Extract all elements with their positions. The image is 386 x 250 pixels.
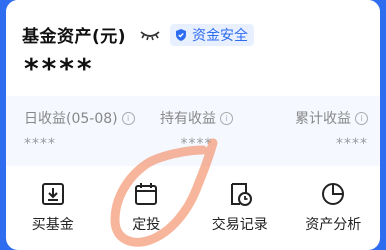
holding-earnings-label: 持有收益 [160,111,216,127]
transaction-records-button[interactable]: 交易记录 [193,166,287,250]
cumulative-earnings-value: **** [336,136,368,152]
buy-fund-button[interactable]: 买基金 [6,166,100,250]
buy-fund-label: 买基金 [31,217,74,233]
safety-badge-label: 资金安全 [192,27,249,44]
fund-safety-badge[interactable]: 资金安全 [170,23,255,46]
asset-analysis-button[interactable]: 资产分析 [287,166,381,250]
calendar-icon [135,183,158,205]
daily-earnings-value: **** [24,136,56,152]
asset-summary: 基金资产(元) 资金安全 **** [6,0,380,96]
cumulative-earnings-label: 累计收益 [295,111,351,127]
daily-earnings[interactable]: 日收益(05-08) i **** [24,108,135,152]
info-icon[interactable]: i [121,111,135,125]
info-icon[interactable]: i [355,111,368,125]
title-row: 基金资产(元) 资金安全 [22,22,255,47]
asset-analysis-label: 资产分析 [305,217,362,233]
info-icon[interactable]: i [220,111,233,125]
record-clock-icon [230,183,252,206]
earnings-stats: 日收益(05-08) i **** 持有收益 i **** 累计收益 i ***… [6,96,380,166]
asset-title: 基金资产(元) [22,27,127,47]
auto-invest-button[interactable]: 定投 [100,166,194,250]
shield-icon [176,28,187,41]
daily-earnings-label: 日收益(05-08) [24,111,118,127]
eye-closed-icon[interactable] [138,26,162,44]
cumulative-earnings[interactable]: 累计收益 i **** [295,108,368,152]
holding-earnings-value: **** [180,136,213,152]
auto-invest-label: 定投 [132,217,161,233]
action-bar: 买基金 定投 交易记录 资产分析 [6,166,380,250]
holding-earnings[interactable]: 持有收益 i **** [160,108,233,152]
asset-value: **** [24,52,95,85]
fund-asset-card: 基金资产(元) 资金安全 **** 日收益(05-08) i **** 持有收益… [6,0,380,250]
download-box-icon [41,183,64,205]
transaction-records-label: 交易记录 [211,217,268,233]
pie-chart-icon [322,183,345,205]
